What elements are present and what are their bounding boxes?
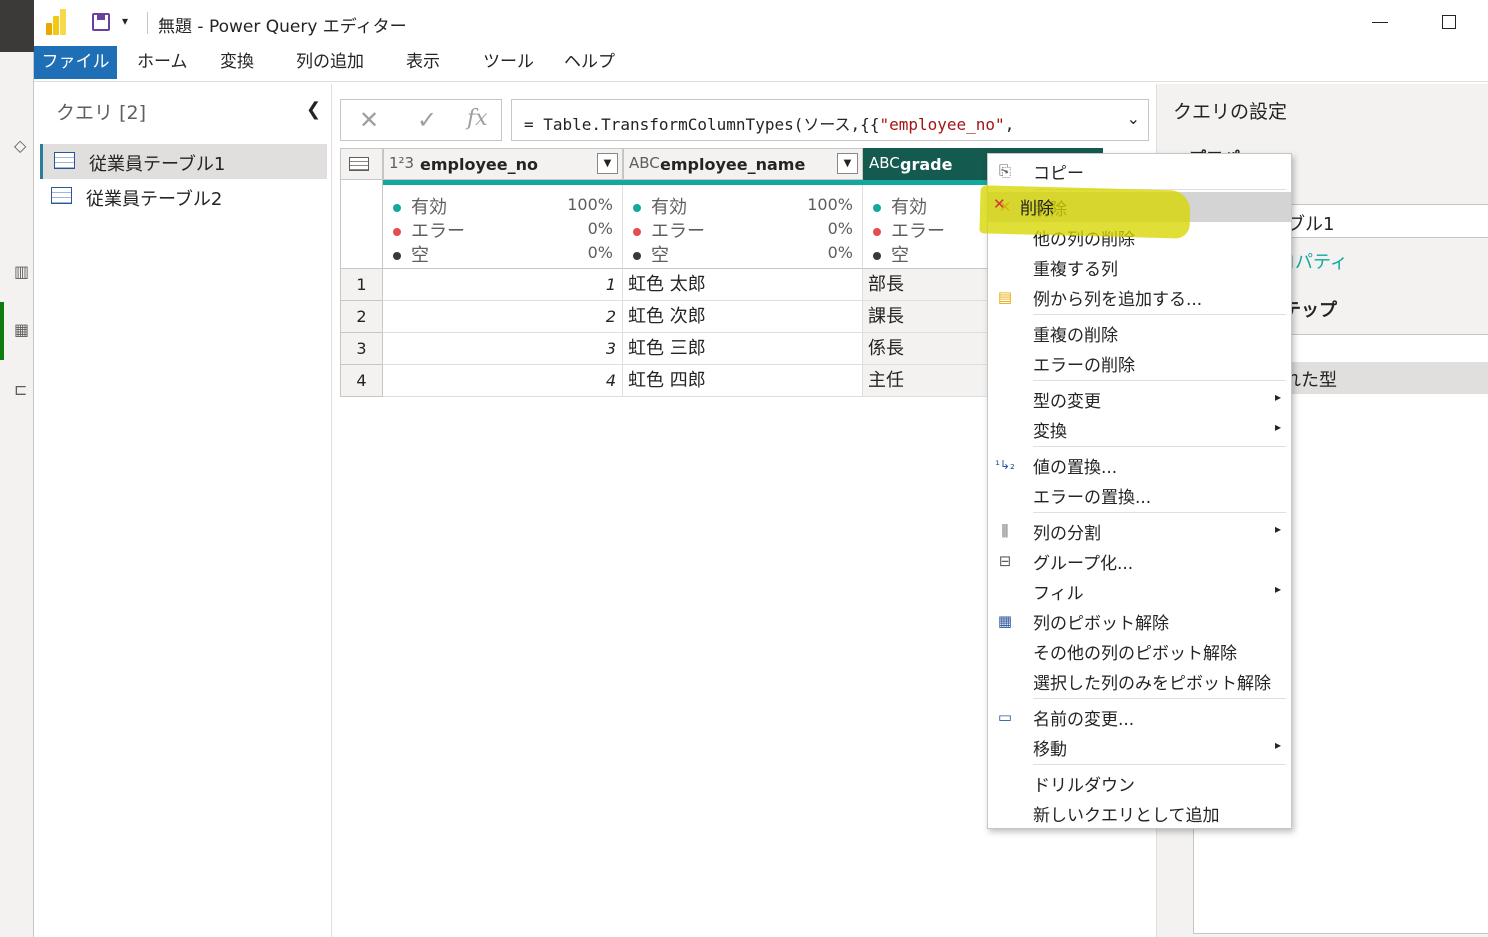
text-type-icon[interactable]: ABC [869, 154, 900, 172]
filter-dropdown-icon[interactable]: ▼ [837, 153, 858, 174]
menu-item-change-type[interactable]: 型の変更 ▸ [988, 384, 1291, 414]
menu-item-replace-values[interactable]: ¹↳₂ 値の置換... [988, 450, 1291, 480]
column-header-employee-name[interactable]: ABC employee_name ▼ [623, 148, 863, 180]
menu-item-remove-errors[interactable]: エラーの削除 [988, 348, 1291, 378]
unpivot-icon: ▦ [997, 612, 1013, 630]
formula-buttons: ✕ ✓ fx [340, 99, 502, 141]
table-cell[interactable]: 虹色 三郎 [623, 333, 863, 365]
table-menu-icon [349, 157, 369, 171]
text-type-icon[interactable]: ABC [629, 154, 660, 172]
cancel-formula-icon[interactable]: ✕ [359, 106, 379, 134]
menu-item-unpivot-columns[interactable]: ▦ 列のピボット解除 [988, 606, 1291, 636]
submenu-arrow-icon: ▸ [1274, 522, 1281, 536]
query-settings-title: クエリの設定 [1173, 101, 1288, 123]
whole-number-type-icon[interactable]: 1²3 [389, 154, 414, 172]
split-column-icon: ⫼ [1001, 522, 1009, 540]
query-name-value: ブル1 [1287, 214, 1335, 235]
collapse-pane-icon[interactable]: ❮ [306, 99, 321, 120]
queries-pane: クエリ [2] ❮ 従業員テーブル1 従業員テーブル2 [34, 84, 332, 937]
menu-item-duplicate-column[interactable]: 重複する列 [988, 252, 1291, 282]
menu-item-rename[interactable]: ▭ 名前の変更... [988, 702, 1291, 732]
menu-item-unpivot-only-selected[interactable]: 選択した列のみをピボット解除 [988, 666, 1291, 696]
copy-icon: ⎘ [998, 162, 1011, 180]
window-title: 無題 - Power Query エディター [158, 17, 407, 37]
row-number[interactable]: 2 [340, 301, 383, 333]
menu-item-move[interactable]: 移動 ▸ [988, 732, 1291, 762]
query-item[interactable]: 従業員テーブル1 [40, 144, 327, 179]
title-bar: ▾ 無題 - Power Query エディター [34, 0, 1488, 46]
tab-home[interactable]: ホーム [137, 46, 188, 79]
menu-item-remove-duplicates[interactable]: 重複の削除 [988, 318, 1291, 348]
background-chart-icon: ▥ [14, 262, 30, 281]
minimize-icon[interactable] [1372, 22, 1388, 23]
table-cell[interactable]: 4 [383, 365, 623, 397]
background-app-strip: ◇ ▥ ▦ ⊏ [0, 0, 34, 937]
menu-item-split-column[interactable]: ⫼ 列の分割 ▸ [988, 516, 1291, 546]
quick-access-dropdown-icon[interactable]: ▾ [122, 14, 128, 28]
replace-values-icon: ¹↳₂ [995, 458, 1015, 472]
menu-item-group-by[interactable]: ⊟ グループ化... [988, 546, 1291, 576]
tab-help[interactable]: ヘルプ [564, 46, 615, 79]
menu-item-fill[interactable]: フィル ▸ [988, 576, 1291, 606]
expand-formula-icon[interactable]: ⌄ [1127, 109, 1140, 128]
table-cell[interactable]: 1 [383, 269, 623, 301]
group-by-icon: ⊟ [998, 552, 1012, 570]
rename-icon: ▭ [997, 708, 1013, 726]
fx-icon[interactable]: fx [467, 106, 488, 131]
column-context-menu: ⎘ コピー ✕ 削除 他の列の削除 重複する列 ▤ 例から列を追加する... 重… [987, 153, 1292, 829]
commit-formula-icon[interactable]: ✓ [417, 106, 437, 134]
submenu-arrow-icon: ▸ [1274, 390, 1281, 404]
table-cell[interactable]: 虹色 四郎 [623, 365, 863, 397]
power-query-editor-window: ◇ ▥ ▦ ⊏ ▾ 無題 - Power Query エディター ファイル ホー… [0, 0, 1488, 937]
menu-item-add-as-new-query[interactable]: 新しいクエリとして追加 [988, 798, 1291, 828]
highlighted-remove-label: 削除 [1020, 199, 1054, 219]
tab-tools[interactable]: ツール [483, 46, 534, 79]
column-header-employee-no[interactable]: 1²3 employee_no ▼ [383, 148, 623, 180]
delete-column-icon: ✕ [993, 195, 1006, 213]
filter-dropdown-icon[interactable]: ▼ [597, 153, 618, 174]
menu-item-add-column-from-examples[interactable]: ▤ 例から列を追加する... [988, 282, 1291, 312]
menu-item-copy[interactable]: ⎘ コピー [988, 156, 1291, 186]
column-quality-employee-no: 有効 100% エラー 0% 空 0% [383, 185, 623, 269]
column-from-examples-icon: ▤ [997, 288, 1013, 306]
table-menu-button[interactable] [340, 148, 383, 180]
menu-item-unpivot-other-columns[interactable]: その他の列のピボット解除 [988, 636, 1291, 666]
query-item[interactable]: 従業員テーブル2 [40, 179, 327, 214]
save-icon[interactable] [92, 13, 110, 31]
tab-transform[interactable]: 変換 [220, 46, 254, 79]
row-number[interactable]: 3 [340, 333, 383, 365]
background-report-icon: ◇ [14, 136, 27, 155]
menu-item-transform[interactable]: 変換 ▸ [988, 414, 1291, 444]
tab-view[interactable]: 表示 [406, 46, 440, 79]
highlighter-annotation [979, 185, 1191, 239]
table-cell[interactable]: 虹色 太郎 [623, 269, 863, 301]
queries-header: クエリ [2] [56, 102, 146, 124]
submenu-arrow-icon: ▸ [1274, 582, 1281, 596]
formula-bar[interactable]: = Table.TransformColumnTypes(ソース,{{"empl… [511, 99, 1149, 141]
menu-item-replace-errors[interactable]: エラーの置換... [988, 480, 1291, 510]
submenu-arrow-icon: ▸ [1274, 420, 1281, 434]
table-cell[interactable]: 虹色 次郎 [623, 301, 863, 333]
column-quality-employee-name: 有効 100% エラー 0% 空 0% [623, 185, 863, 269]
table-icon [51, 187, 72, 204]
menu-item-drill-down[interactable]: ドリルダウン [988, 768, 1291, 798]
row-number[interactable]: 4 [340, 365, 383, 397]
power-bi-logo-icon [46, 9, 66, 35]
table-icon [54, 152, 75, 169]
maximize-icon[interactable] [1442, 15, 1456, 29]
tab-add-column[interactable]: 列の追加 [296, 46, 364, 79]
row-number[interactable]: 1 [340, 269, 383, 301]
table-cell[interactable]: 2 [383, 301, 623, 333]
table-cell[interactable]: 3 [383, 333, 623, 365]
background-table-icon: ▦ [14, 320, 30, 339]
background-model-icon: ⊏ [14, 380, 28, 399]
tab-file[interactable]: ファイル [34, 46, 117, 79]
ribbon-tabs: ファイル ホーム 変換 列の追加 表示 ツール ヘルプ [34, 46, 1488, 82]
submenu-arrow-icon: ▸ [1274, 738, 1281, 752]
